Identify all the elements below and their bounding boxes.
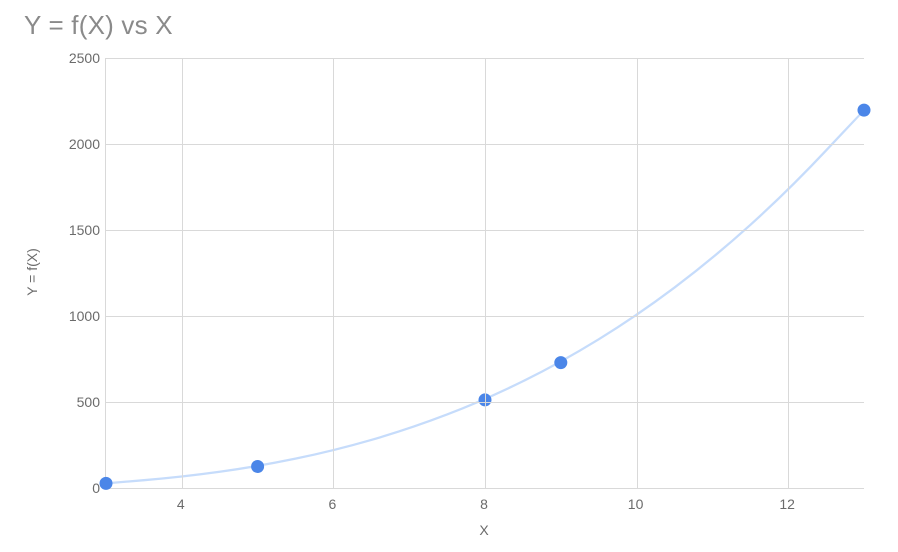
- y-tick-label: 1000: [58, 308, 100, 324]
- gridline-v: [788, 58, 789, 488]
- x-tick-label: 4: [177, 496, 185, 512]
- chart-container: Y = f(X) vs X Y = f(X) X 0 500 1000 1500 200…: [0, 0, 898, 552]
- y-tick-label: 1500: [58, 222, 100, 238]
- gridline-v: [637, 58, 638, 488]
- gridline-v: [182, 58, 183, 488]
- data-point: [554, 356, 567, 369]
- gridline-v: [485, 58, 486, 488]
- x-tick-label: 12: [779, 496, 795, 512]
- x-tick-label: 10: [628, 496, 644, 512]
- x-axis-label: X: [479, 522, 488, 538]
- y-tick-label: 2000: [58, 136, 100, 152]
- y-axis-label: Y = f(X): [24, 248, 40, 296]
- x-tick-label: 8: [480, 496, 488, 512]
- plot-area: [105, 58, 864, 489]
- gridline-v: [333, 58, 334, 488]
- x-tick-label: 6: [328, 496, 336, 512]
- data-point: [858, 104, 871, 117]
- y-tick-label: 0: [58, 480, 100, 496]
- chart-title: Y = f(X) vs X: [24, 10, 173, 41]
- data-point: [251, 460, 264, 473]
- y-tick-label: 2500: [58, 50, 100, 66]
- y-tick-label: 500: [58, 394, 100, 410]
- data-point: [100, 477, 113, 490]
